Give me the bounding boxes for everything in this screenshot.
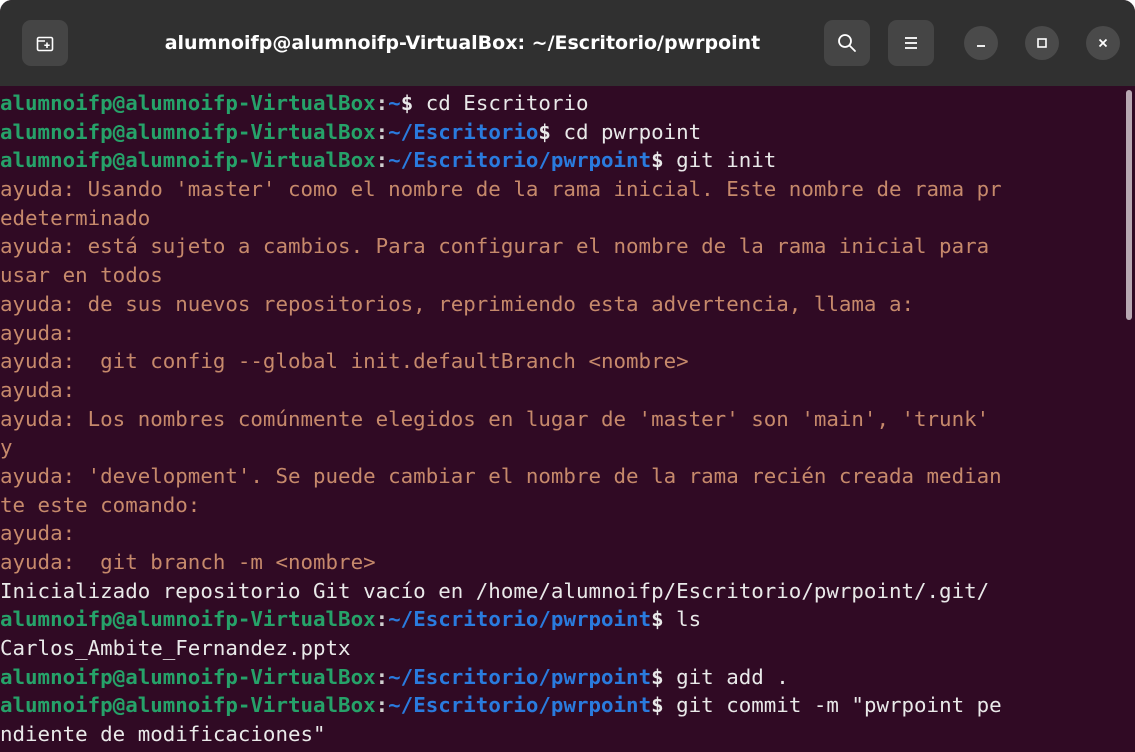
prompt-line: alumnoifp@alumnoifp-VirtualBox:~/Escrito… [0, 605, 1118, 634]
maximize-button[interactable] [1025, 26, 1059, 60]
prompt-path: ~ [388, 91, 401, 115]
hint-text: te este comando: [0, 492, 201, 517]
hint-line: ayuda: [0, 319, 1118, 348]
prompt-user: alumnoifp@alumnoifp-VirtualBox [0, 693, 376, 718]
hint-text: ayuda: de sus nuevos repositorios, repri… [0, 291, 915, 316]
hint-text: ayuda: [0, 521, 76, 546]
hint-text: ayuda: git branch -m <nombre> [0, 550, 376, 574]
search-button[interactable] [824, 20, 870, 66]
output-line: ndiente de modificaciones" [0, 720, 1118, 749]
prompt-line: alumnoifp@alumnoifp-VirtualBox:~/Escrito… [0, 691, 1118, 720]
hint-line: ayuda: está sujeto a cambios. Para confi… [0, 232, 1118, 261]
hint-line: ayuda: de sus nuevos repositorios, repri… [0, 290, 1118, 319]
prompt-user: alumnoifp@alumnoifp-VirtualBox [0, 607, 376, 632]
prompt-colon: : [375, 607, 389, 632]
command-text: cd Escritorio [413, 91, 589, 115]
command-text: git init [663, 148, 777, 173]
scrollbar[interactable] [1126, 90, 1132, 320]
terminal-output[interactable]: alumnoifp@alumnoifp-VirtualBox:~$ cd Esc… [0, 86, 1118, 752]
hint-line: y [0, 433, 1118, 462]
prompt-line: alumnoifp@alumnoifp-VirtualBox:~/Escrito… [0, 118, 1118, 147]
hint-text: ayuda: [0, 320, 76, 345]
command-text: ls [663, 607, 702, 632]
prompt-colon: : [375, 664, 389, 689]
maximize-icon [1037, 38, 1047, 48]
prompt-path: ~/Escritorio/pwrpoint [388, 693, 652, 718]
hint-line: ayuda: Los nombres comúnmente elegidos e… [0, 405, 1118, 434]
close-button[interactable] [1086, 26, 1120, 60]
prompt-colon: : [375, 91, 389, 115]
window-title: alumnoifp@alumnoifp-VirtualBox: ~/Escrit… [164, 32, 761, 54]
prompt-dollar: $ [651, 693, 664, 718]
minimize-button[interactable] [964, 26, 998, 60]
hint-line: usar en todos [0, 261, 1118, 290]
hint-line: ayuda: [0, 519, 1118, 548]
prompt-path: ~/Escritorio/pwrpoint [388, 148, 652, 173]
prompt-user: alumnoifp@alumnoifp-VirtualBox [0, 119, 376, 144]
hint-line: ayuda: 'development'. Se puede cambiar e… [0, 462, 1118, 491]
prompt-colon: : [375, 148, 389, 173]
prompt-dollar: $ [538, 119, 551, 144]
hint-line: edeterminado [0, 204, 1118, 233]
hint-text: ayuda: Usando 'master' como el nombre de… [0, 177, 1002, 202]
terminal-window: alumnoifp@alumnoifp-VirtualBox: ~/Escrit… [0, 0, 1135, 752]
output-line: Carlos_Ambite_Fernandez.pptx [0, 634, 1118, 663]
hint-line: te este comando: [0, 491, 1118, 520]
hint-text: usar en todos [0, 263, 163, 288]
hint-text: ayuda: git config --global init.defaultB… [0, 349, 689, 374]
search-icon [838, 34, 856, 52]
hint-text: ayuda: [0, 377, 76, 402]
output-text: Carlos_Ambite_Fernandez.pptx [0, 636, 351, 661]
prompt-line: alumnoifp@alumnoifp-VirtualBox:~$ cd Esc… [0, 89, 1118, 118]
prompt-dollar: $ [400, 91, 414, 115]
output-text: Inicializado repositorio Git vacío en /h… [0, 578, 990, 603]
hint-line: ayuda: git config --global init.defaultB… [0, 347, 1118, 376]
hint-line: ayuda: [0, 376, 1118, 405]
hint-line: ayuda: Usando 'master' como el nombre de… [0, 175, 1118, 204]
hint-text: ayuda: 'development'. Se puede cambiar e… [0, 463, 1002, 488]
output-text: ndiente de modificaciones" [0, 722, 326, 747]
minimize-icon [977, 45, 985, 47]
hint-text: ayuda: Los nombres comúnmente elegidos e… [0, 406, 990, 431]
prompt-path: ~/Escritorio/pwrpoint [388, 664, 652, 689]
close-icon [1098, 38, 1108, 48]
prompt-colon: : [375, 693, 389, 718]
prompt-path: ~/Escritorio/pwrpoint [388, 607, 652, 632]
hint-text: ayuda: está sujeto a cambios. Para confi… [0, 234, 990, 259]
command-text: git add . [663, 664, 789, 689]
prompt-line: alumnoifp@alumnoifp-VirtualBox:~/Escrito… [0, 663, 1118, 692]
prompt-dollar: $ [651, 664, 664, 689]
titlebar[interactable]: alumnoifp@alumnoifp-VirtualBox: ~/Escrit… [0, 0, 1135, 86]
output-line: Inicializado repositorio Git vacío en /h… [0, 577, 1118, 606]
prompt-colon: : [375, 119, 389, 144]
command-text: cd pwrpoint [550, 119, 702, 144]
hamburger-menu-icon [905, 37, 917, 49]
hint-text: edeterminado [0, 205, 151, 230]
prompt-path: ~/Escritorio [388, 119, 539, 144]
new-tab-icon [36, 36, 54, 52]
new-tab-button[interactable] [22, 20, 68, 66]
menu-button[interactable] [888, 20, 934, 66]
hint-text: y [0, 435, 13, 460]
hint-line: ayuda: git branch -m <nombre> [0, 548, 1118, 577]
prompt-dollar: $ [651, 148, 664, 173]
prompt-dollar: $ [651, 607, 664, 632]
prompt-user: alumnoifp@alumnoifp-VirtualBox [0, 148, 376, 173]
prompt-line: alumnoifp@alumnoifp-VirtualBox:~/Escrito… [0, 146, 1118, 175]
command-text: git commit -m "pwrpoint pe [663, 693, 1002, 718]
prompt-user: alumnoifp@alumnoifp-VirtualBox [0, 664, 376, 689]
prompt-user: alumnoifp@alumnoifp-VirtualBox [0, 91, 376, 115]
